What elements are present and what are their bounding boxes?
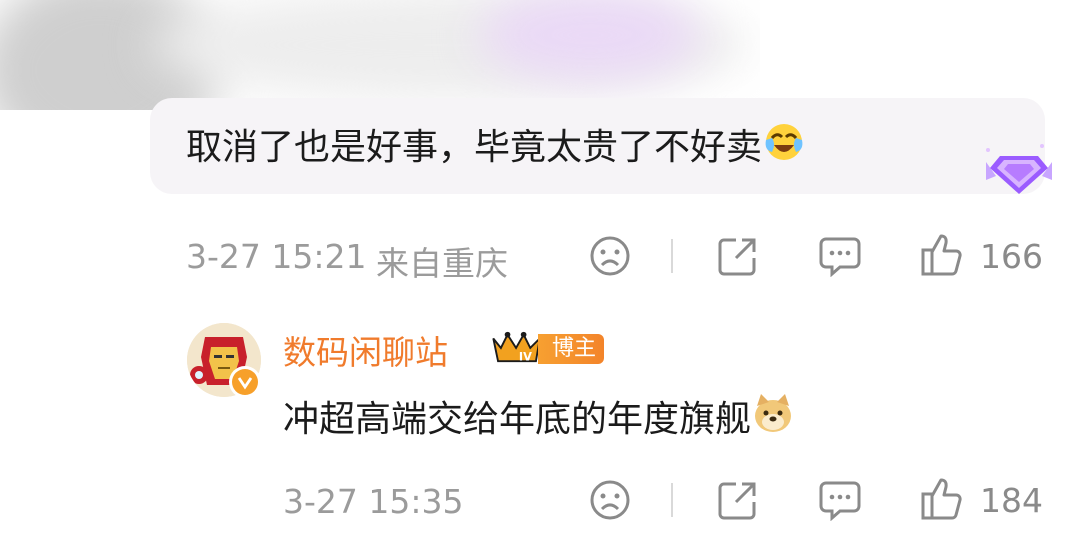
reply-body: 冲超高端交给年底的年度旗舰 — [283, 399, 752, 440]
share-icon[interactable] — [716, 234, 760, 278]
action-divider — [671, 239, 673, 273]
reply-comment-icon[interactable] — [818, 479, 862, 521]
purple-gem-badge-icon — [986, 144, 1052, 194]
comment-location: 来自重庆 — [376, 244, 508, 283]
reply-share-icon[interactable] — [716, 478, 760, 522]
reply-username[interactable]: 数码闲聊站 — [283, 326, 448, 374]
like-thumb-icon[interactable] — [919, 232, 965, 278]
verified-badge — [229, 366, 261, 398]
laugh-cry-emoji-icon — [762, 120, 806, 178]
reply-dislike-face-icon[interactable] — [588, 478, 632, 522]
reply-action-divider — [671, 483, 673, 517]
reply-timestamp: 3-27 15:35 — [283, 482, 464, 521]
comment-timestamp: 3-27 15:21 — [186, 237, 367, 276]
reply-like-thumb-icon[interactable] — [919, 476, 965, 522]
reply-like-count: 184 — [980, 481, 1043, 520]
comment-icon[interactable] — [818, 235, 862, 277]
level-badge-text: IV — [519, 349, 532, 363]
doge-emoji-icon — [751, 392, 795, 450]
like-count: 166 — [980, 237, 1043, 276]
comment-text: 取消了也是好事，毕竟太贵了不好卖 — [186, 120, 806, 178]
verified-v-icon — [237, 377, 253, 390]
crown-level-badge-icon: IV — [492, 331, 542, 363]
reply-text: 冲超高端交给年底的年度旗舰 — [283, 392, 795, 450]
blurred-header — [0, 0, 760, 110]
comment-body: 取消了也是好事，毕竟太贵了不好卖 — [186, 127, 763, 168]
dislike-face-icon[interactable] — [588, 234, 632, 278]
blogger-label: 博主 — [538, 334, 605, 364]
